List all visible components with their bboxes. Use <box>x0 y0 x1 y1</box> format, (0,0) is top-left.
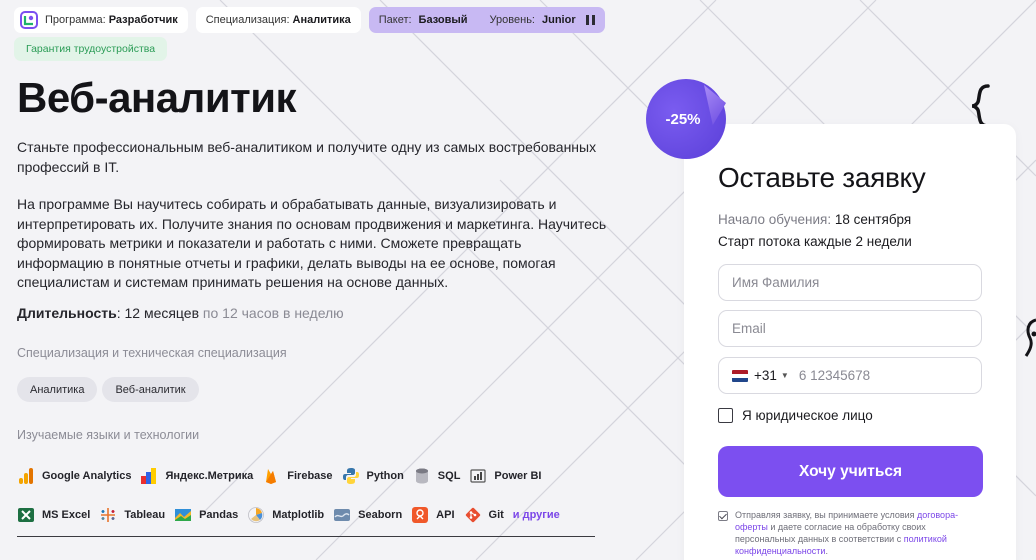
discount-value: -25% <box>665 110 701 128</box>
netherlands-flag-icon[interactable] <box>732 369 748 382</box>
tech-item: Power BI <box>469 467 542 485</box>
package-label: Пакет: <box>378 14 412 26</box>
application-form: Оставьте заявку Начало обучения: 18 сент… <box>684 124 1016 560</box>
robot-decoration <box>1024 318 1036 357</box>
pandas-icon <box>175 509 192 521</box>
specializations-label: Специализация и техническая специализаци… <box>17 346 287 360</box>
legal-entity-option[interactable]: Я юридическое лицо <box>718 408 873 423</box>
intro-text: Станьте профессиональным веб-аналитиком … <box>17 139 597 175</box>
tech-item: Git <box>464 506 504 524</box>
power-bi-icon <box>470 469 487 483</box>
specialization-label: Специализация: <box>205 14 290 26</box>
duration-label: Длительность <box>17 305 117 321</box>
duration-info: Длительность: 12 месяцев по 12 часов в н… <box>17 305 344 321</box>
level-bars-icon <box>585 15 595 25</box>
email-field-wrapper <box>718 310 982 347</box>
tech-item: Firebase <box>262 467 333 485</box>
specialization-chip: Специализация: Аналитика <box>195 7 361 33</box>
tech-item: Яндекс.Метрика <box>140 467 253 485</box>
yandex-metrika-icon <box>141 468 157 484</box>
description-text: На программе Вы научитесь собирать и обр… <box>17 196 607 290</box>
legal-entity-checkbox[interactable] <box>718 408 733 423</box>
tech-item: MS Excel <box>17 506 90 524</box>
tech-item: Google Analytics <box>17 467 131 485</box>
start-date-label: Начало обучения: <box>718 212 832 227</box>
tech-item: Seaborn <box>333 506 402 524</box>
tech-item: Matplotlib <box>247 506 324 524</box>
name-input[interactable] <box>732 275 968 290</box>
chevron-down-icon[interactable]: ▼ <box>781 371 789 380</box>
tableau-icon <box>101 508 116 522</box>
package-chip: Пакет: Базовый Уровень: Junior <box>368 7 605 33</box>
tech-item: Pandas <box>174 506 238 524</box>
discount-badge: -25% <box>646 79 726 159</box>
specialization-tags: Аналитика Веб-аналитик <box>17 377 199 402</box>
matplotlib-icon <box>248 507 265 523</box>
sql-icon <box>415 468 428 484</box>
python-icon <box>342 468 359 484</box>
level-label: Уровень: <box>489 14 535 26</box>
badge-fold-decoration <box>704 85 726 125</box>
firebase-icon <box>266 469 277 484</box>
form-title: Оставьте заявку <box>718 162 926 193</box>
phone-country-code[interactable]: +31 <box>754 368 777 383</box>
submit-button[interactable]: Хочу учиться <box>718 446 983 497</box>
program-label: Программа: <box>45 14 106 26</box>
legal-entity-label: Я юридическое лицо <box>742 408 873 423</box>
brand-logo-icon <box>20 11 38 29</box>
employment-guarantee-badge: Гарантия трудоустройства <box>14 37 168 61</box>
duration-value: : 12 месяцев <box>116 305 200 321</box>
tech-item: Python <box>342 467 404 485</box>
tech-item: API <box>411 506 455 524</box>
email-input[interactable] <box>732 321 968 336</box>
phone-field-wrapper: +31 ▼ <box>718 357 982 394</box>
consent-text: Отправляя заявку, вы принимаете условия … <box>735 510 959 556</box>
api-icon <box>412 507 429 523</box>
specialization-value: Аналитика <box>292 14 351 26</box>
tag-analytics[interactable]: Аналитика <box>17 377 98 402</box>
technologies-row-2: MS Excel Tableau Pandas Matplotlib Seabo… <box>17 506 560 524</box>
phone-input[interactable] <box>798 368 968 383</box>
package-value: Базовый <box>418 14 468 26</box>
git-icon <box>465 507 480 523</box>
excel-icon <box>18 508 34 522</box>
program-chip: Программа: Разработчик <box>14 7 188 33</box>
technologies-row-1: Google Analytics Яндекс.Метрика Firebase… <box>17 467 551 485</box>
level-value: Junior <box>541 14 576 26</box>
tech-item: Tableau <box>99 506 165 524</box>
tech-item: SQL <box>413 467 460 485</box>
tag-web-analyst[interactable]: Веб-аналитик <box>102 377 199 402</box>
start-date: Начало обучения: 18 сентября <box>718 212 911 227</box>
more-technologies-link[interactable]: и другие <box>513 509 560 521</box>
divider <box>17 536 595 537</box>
consent-checkbox[interactable] <box>718 511 728 521</box>
program-value: Разработчик <box>108 14 178 26</box>
curly-brace-decoration <box>971 84 990 128</box>
start-date-value: 18 сентября <box>831 212 912 227</box>
duration-note: по 12 часов в неделю <box>199 305 344 321</box>
page-title: Веб-аналитик <box>17 74 297 121</box>
flow-info: Старт потока каждые 2 недели <box>718 234 912 249</box>
seaborn-icon <box>334 509 351 521</box>
technologies-label: Изучаемые языки и технологии <box>17 428 200 442</box>
consent-notice: Отправляя заявку, вы принимаете условия … <box>718 509 983 557</box>
name-field-wrapper <box>718 264 982 301</box>
google-analytics-icon <box>19 468 33 484</box>
